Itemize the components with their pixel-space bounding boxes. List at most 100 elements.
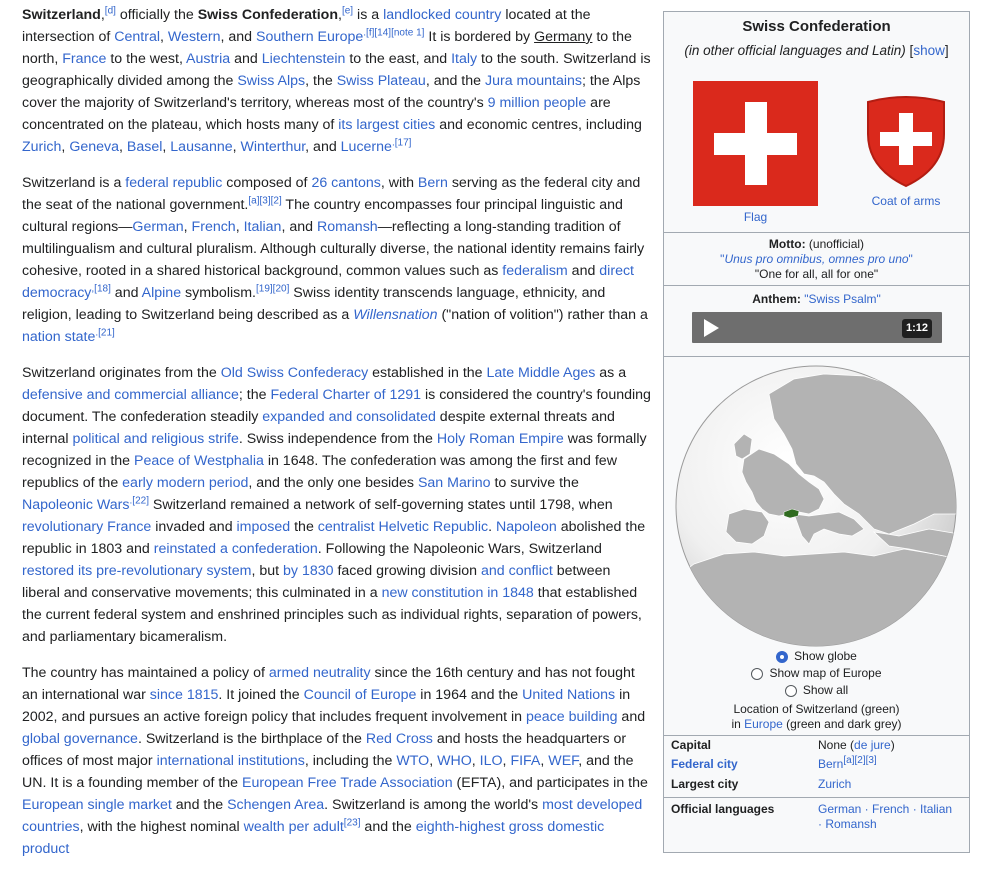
link-western[interactable]: Western xyxy=(168,29,221,45)
link-liechtenstein[interactable]: Liechtenstein xyxy=(262,51,346,67)
link-europe[interactable]: Europe xyxy=(744,717,783,731)
footnote[interactable]: [e] xyxy=(342,5,353,16)
radio-show-all[interactable] xyxy=(784,684,797,697)
link-council-of-europe[interactable]: Council of Europe xyxy=(304,687,417,703)
link-de-jure[interactable]: de jure xyxy=(854,738,891,752)
link-old-swiss-confederacy[interactable]: Old Swiss Confederacy xyxy=(221,365,368,381)
link-westphalia[interactable]: Peace of Westphalia xyxy=(134,453,264,469)
radio-row-all[interactable]: Show all xyxy=(664,682,969,699)
show-toggle-link[interactable]: show xyxy=(913,43,945,58)
link-napoleon[interactable]: Napoleon xyxy=(496,519,557,535)
footnote[interactable]: .[f][14][note 1] xyxy=(363,27,424,38)
languages-link-line2[interactable]: · Romansh xyxy=(818,817,968,832)
link-romansh[interactable]: Romansh xyxy=(317,219,378,235)
link-conflict[interactable]: and conflict xyxy=(481,563,553,579)
footnote[interactable]: [a][2][3] xyxy=(843,755,876,766)
link-french[interactable]: French xyxy=(192,219,236,235)
link-winterthur[interactable]: Winterthur xyxy=(241,139,306,155)
link-constitution-1848[interactable]: new constitution in 1848 xyxy=(382,585,534,601)
anthem-link[interactable]: "Swiss Psalm" xyxy=(804,292,881,306)
link-landlocked[interactable]: landlocked country xyxy=(383,7,501,23)
link-wef[interactable]: WEF xyxy=(548,753,578,769)
footnote[interactable]: [a][3][2] xyxy=(248,195,281,206)
link-federalism[interactable]: federalism xyxy=(502,263,567,279)
footnote[interactable]: .[21] xyxy=(95,327,114,338)
link-armed-neutrality[interactable]: armed neutrality xyxy=(269,665,371,681)
link-united-nations[interactable]: United Nations xyxy=(522,687,615,703)
federal-city-label-link[interactable]: Federal city xyxy=(671,757,738,772)
link-italy[interactable]: Italy xyxy=(451,51,477,67)
link-nation-state[interactable]: nation state xyxy=(22,329,95,345)
link-lausanne[interactable]: Lausanne xyxy=(170,139,232,155)
link-italian[interactable]: Italian xyxy=(244,219,282,235)
link-cantons[interactable]: 26 cantons xyxy=(311,175,380,191)
link-basel[interactable]: Basel xyxy=(127,139,163,155)
link-san-marino[interactable]: San Marino xyxy=(418,475,491,491)
link-france[interactable]: France xyxy=(62,51,106,67)
footnote[interactable]: .[17] xyxy=(392,137,411,148)
link-since-1815[interactable]: since 1815 xyxy=(150,687,219,703)
radio-label-globe[interactable]: Show globe xyxy=(794,649,857,664)
link-wto[interactable]: WTO xyxy=(396,753,429,769)
link-largest-cities[interactable]: its largest cities xyxy=(338,117,435,133)
link-ilo[interactable]: ILO xyxy=(480,753,503,769)
link-zurich-infobox[interactable]: Zurich xyxy=(818,777,851,791)
link-restored[interactable]: restored its pre-revolutionary system xyxy=(22,563,251,579)
footnote[interactable]: .[22] xyxy=(130,495,149,506)
link-willensnation[interactable]: Willensnation xyxy=(353,307,437,323)
link-federal-republic[interactable]: federal republic xyxy=(125,175,222,191)
link-fifa[interactable]: FIFA xyxy=(510,753,540,769)
link-alliance[interactable]: defensive and commercial alliance xyxy=(22,387,239,403)
link-imposed[interactable]: imposed xyxy=(237,519,291,535)
link-swiss-plateau[interactable]: Swiss Plateau xyxy=(337,73,426,89)
link-bern[interactable]: Bern xyxy=(418,175,448,191)
link-alpine[interactable]: Alpine xyxy=(142,285,181,301)
link-germany[interactable]: Germany xyxy=(534,29,592,45)
play-icon[interactable] xyxy=(704,319,719,337)
flag-image[interactable] xyxy=(693,81,818,206)
link-geneva[interactable]: Geneva xyxy=(69,139,119,155)
link-wealth-per-adult[interactable]: wealth per adult xyxy=(244,819,344,835)
radio-row-map[interactable]: Show map of Europe xyxy=(664,665,969,682)
link-international-institutions[interactable]: international institutions xyxy=(157,753,305,769)
radio-row-globe[interactable]: Show globe xyxy=(664,648,969,665)
link-holy-roman-empire[interactable]: Holy Roman Empire xyxy=(437,431,564,447)
link-southern-europe[interactable]: Southern Europe xyxy=(256,29,363,45)
footnote[interactable]: ,[18] xyxy=(91,283,110,294)
audio-player[interactable]: 1:12 xyxy=(692,312,942,343)
orthographic-globe-map[interactable] xyxy=(674,364,959,649)
link-napoleonic-wars[interactable]: Napoleonic Wars xyxy=(22,497,130,513)
link-single-market[interactable]: European single market xyxy=(22,797,172,813)
link-efta[interactable]: European Free Trade Association xyxy=(242,775,453,791)
link-bern-infobox[interactable]: Bern xyxy=(818,757,843,771)
link-who[interactable]: WHO xyxy=(437,753,472,769)
link-early-modern[interactable]: early modern period xyxy=(122,475,248,491)
link-reinstated[interactable]: reinstated a confederation xyxy=(154,541,318,557)
link-helvetic-republic[interactable]: centralist Helvetic Republic xyxy=(318,519,488,535)
radio-show-globe[interactable] xyxy=(776,650,789,663)
link-revolutionary-france[interactable]: revolutionary France xyxy=(22,519,151,535)
coat-of-arms-image[interactable] xyxy=(862,96,950,188)
link-lucerne[interactable]: Lucerne xyxy=(341,139,392,155)
link-central[interactable]: Central xyxy=(114,29,160,45)
link-federal-charter[interactable]: Federal Charter of 1291 xyxy=(270,387,421,403)
radio-label-all[interactable]: Show all xyxy=(803,683,848,698)
languages-link-line1[interactable]: German · French · Italian xyxy=(818,802,968,817)
link-jura[interactable]: Jura mountains xyxy=(485,73,582,89)
link-expanded[interactable]: expanded and consolidated xyxy=(262,409,436,425)
link-red-cross[interactable]: Red Cross xyxy=(366,731,433,747)
radio-show-map[interactable] xyxy=(751,667,764,680)
link-zurich[interactable]: Zurich xyxy=(22,139,61,155)
link-swiss-alps[interactable]: Swiss Alps xyxy=(237,73,305,89)
motto-latin-link[interactable]: Unus pro omnibus, omnes pro uno xyxy=(724,252,908,266)
link-schengen[interactable]: Schengen Area xyxy=(227,797,324,813)
link-german[interactable]: German xyxy=(132,219,183,235)
link-by-1830[interactable]: by 1830 xyxy=(283,563,334,579)
footnote[interactable]: [d] xyxy=(105,5,116,16)
footnote[interactable]: [19][20] xyxy=(256,283,289,294)
link-global-governance[interactable]: global governance xyxy=(22,731,138,747)
link-austria[interactable]: Austria xyxy=(186,51,230,67)
radio-label-map[interactable]: Show map of Europe xyxy=(769,666,881,681)
link-peace-building[interactable]: peace building xyxy=(526,709,618,725)
link-strife[interactable]: political and religious strife xyxy=(72,431,238,447)
